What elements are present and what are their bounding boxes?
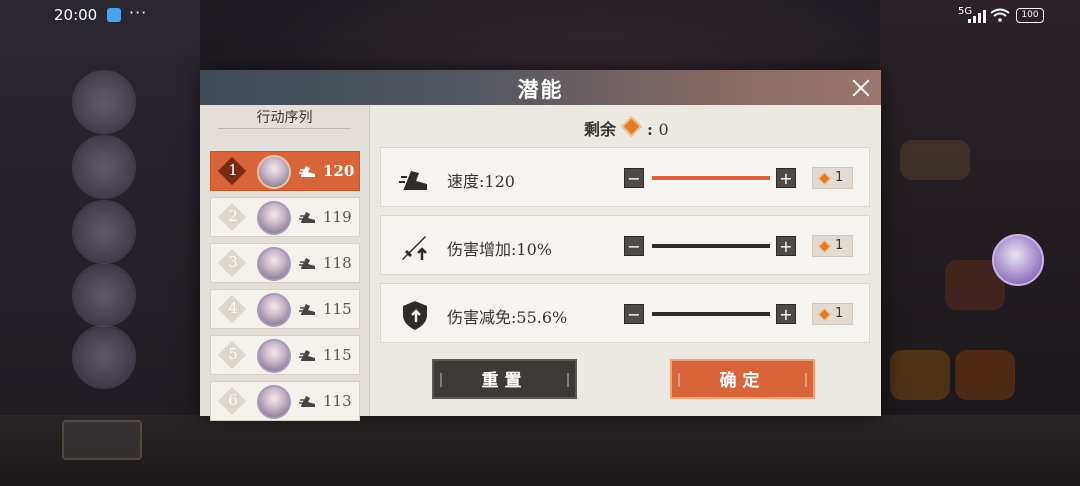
- increase-button[interactable]: +: [776, 304, 796, 324]
- close-button[interactable]: [849, 76, 873, 100]
- point-cost: 1: [835, 170, 844, 185]
- sequence-item[interactable]: 4 115: [210, 289, 360, 329]
- increase-button[interactable]: +: [776, 236, 796, 256]
- background-avatar: [72, 325, 136, 389]
- dialog-header: 潜能: [200, 70, 881, 105]
- battery-indicator: 100: [1016, 8, 1044, 23]
- sequence-item[interactable]: 2 119: [210, 197, 360, 237]
- stat-row: 伤害增加:10% − +1: [380, 215, 870, 275]
- speed-icon: [299, 347, 317, 363]
- background-avatar: [72, 70, 136, 134]
- potential-point-icon: [818, 240, 831, 253]
- sequence-rank: 5: [228, 345, 238, 363]
- remaining-points: 剩余: 0: [584, 115, 669, 140]
- speed-boot-icon: [397, 161, 433, 197]
- character-avatar: [257, 201, 291, 235]
- divider: [218, 128, 351, 129]
- background-bottom-bar: [0, 415, 1080, 486]
- background-avatar: [72, 135, 136, 199]
- signal-icon: [968, 10, 986, 23]
- speed-icon: [299, 255, 317, 271]
- remaining-label: 剩余: [584, 120, 617, 139]
- confirm-button[interactable]: 确定: [670, 359, 815, 399]
- background-element: [900, 140, 970, 180]
- speed-icon: [299, 163, 317, 179]
- background-button: [62, 420, 142, 460]
- background-element: [955, 350, 1015, 400]
- dialog-title: 潜能: [517, 77, 564, 102]
- potential-point-icon: [620, 115, 643, 138]
- character-avatar: [257, 339, 291, 373]
- point-cost: 1: [835, 238, 844, 253]
- decrease-button[interactable]: −: [624, 168, 644, 188]
- stat-slider[interactable]: [652, 176, 770, 180]
- character-avatar: [257, 155, 291, 189]
- sequence-item[interactable]: 6 113: [210, 381, 360, 421]
- stat-label: 伤害增加:10%: [447, 240, 552, 259]
- point-cost: 1: [835, 306, 844, 321]
- character-avatar: [257, 247, 291, 281]
- stat-label: 伤害减免:55.6%: [447, 308, 568, 327]
- sequence-item[interactable]: 5 115: [210, 335, 360, 375]
- background-avatar: [72, 263, 136, 327]
- increase-button[interactable]: +: [776, 168, 796, 188]
- remaining-separator: :: [647, 120, 653, 139]
- wifi-icon: [990, 8, 1010, 22]
- potential-point-icon: [818, 308, 831, 321]
- action-sequence-panel: 行动序列 1 120 2 119 3 118 4 115 5 115 6 113: [200, 105, 370, 421]
- speed-icon: [299, 209, 317, 225]
- point-cost-badge: 1: [812, 235, 853, 257]
- background-avatar: [72, 200, 136, 264]
- sequence-rank: 3: [228, 253, 238, 271]
- more-notifications-icon: ···: [129, 3, 148, 22]
- point-cost-badge: 1: [812, 303, 853, 325]
- background-right-panel: [880, 0, 1080, 486]
- shield-up-icon: [397, 297, 433, 333]
- sequence-rank: 4: [228, 299, 238, 317]
- decrease-button[interactable]: −: [624, 304, 644, 324]
- potential-point-icon: [818, 172, 831, 185]
- stat-label: 速度:120: [447, 172, 515, 191]
- sequence-speed: 115: [323, 300, 352, 318]
- floating-assistant-avatar[interactable]: [992, 234, 1044, 286]
- sequence-speed: 120: [323, 162, 355, 180]
- decrease-button[interactable]: −: [624, 236, 644, 256]
- sequence-item[interactable]: 3 118: [210, 243, 360, 283]
- sequence-speed: 118: [323, 254, 352, 272]
- stat-slider[interactable]: [652, 312, 770, 316]
- app-notification-icon: [107, 8, 121, 22]
- slider-fill: [652, 176, 770, 180]
- speed-icon: [299, 393, 317, 409]
- reset-button[interactable]: 重置: [432, 359, 577, 399]
- status-bar: 20:00 ··· 5G 100: [0, 0, 1080, 30]
- sequence-rank: 1: [228, 161, 238, 179]
- sequence-rank: 2: [228, 207, 238, 225]
- stat-row: 伤害减免:55.6% − +1: [380, 283, 870, 343]
- character-avatar: [257, 385, 291, 419]
- sequence-speed: 119: [323, 208, 352, 226]
- remaining-value: 0: [658, 120, 669, 139]
- sequence-item[interactable]: 1 120: [210, 151, 360, 191]
- action-sequence-title: 行动序列: [256, 110, 313, 126]
- stat-slider[interactable]: [652, 244, 770, 248]
- background-element: [890, 350, 950, 400]
- potential-dialog: 潜能 行动序列 1 120 2 119 3 118 4 115 5 115 6 113 剩余: 0 速…: [200, 70, 881, 421]
- status-time: 20:00: [54, 6, 98, 24]
- sword-up-icon: [397, 229, 433, 265]
- speed-icon: [299, 301, 317, 317]
- sequence-speed: 115: [323, 346, 352, 364]
- sequence-speed: 113: [323, 392, 352, 410]
- character-avatar: [257, 293, 291, 327]
- sequence-rank: 6: [228, 391, 238, 409]
- stat-row: 速度:120 − +1: [380, 147, 870, 207]
- point-cost-badge: 1: [812, 167, 853, 189]
